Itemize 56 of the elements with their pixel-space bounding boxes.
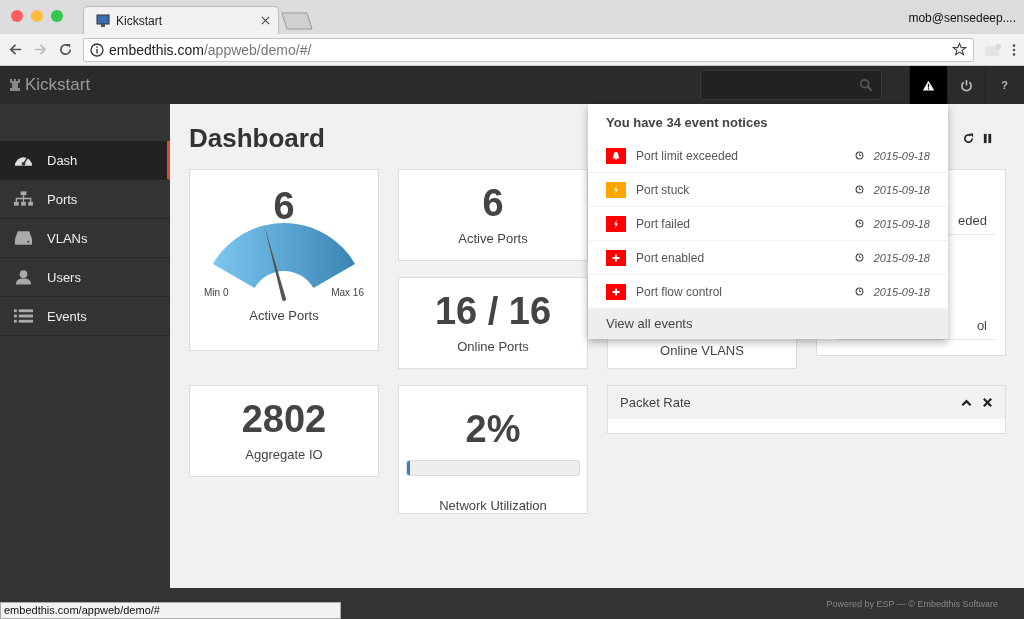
close-icon[interactable] bbox=[261, 16, 270, 25]
address-field[interactable]: embedthis.com/appweb/demo/#/ bbox=[83, 37, 974, 62]
list-icon bbox=[14, 308, 33, 324]
url-path: /appweb/demo/#/ bbox=[203, 41, 313, 58]
power-icon bbox=[960, 78, 973, 92]
notice-item[interactable]: Port enabled 2015-09-18 bbox=[588, 241, 948, 275]
sitemap-icon bbox=[14, 191, 33, 207]
clock-icon bbox=[854, 287, 864, 296]
alerts-button[interactable] bbox=[909, 66, 947, 104]
warning-icon bbox=[922, 78, 935, 92]
stat-value: 2802 bbox=[241, 400, 327, 438]
stat-label: Network Utilization bbox=[439, 498, 547, 513]
status-url: embedthis.com/appweb/demo/# bbox=[0, 602, 341, 619]
back-icon[interactable] bbox=[8, 42, 23, 57]
user-icon bbox=[14, 269, 33, 285]
stat-value: 16 / 16 bbox=[434, 292, 552, 330]
sidebar-item[interactable]: Dash bbox=[0, 141, 170, 180]
page-title: Dashboard bbox=[189, 122, 325, 154]
rook-icon bbox=[9, 78, 21, 92]
footer-text: Powered by ESP — © Embedthis Software bbox=[826, 598, 998, 609]
profile-name[interactable]: mob@sensedeep.... bbox=[908, 11, 1016, 25]
collapse-icon[interactable] bbox=[961, 397, 972, 408]
stat-value: 2% bbox=[465, 410, 521, 448]
notice-item[interactable]: Port limit exceeded 2015-09-18 bbox=[588, 139, 948, 173]
menu-title: You have 34 event notices bbox=[605, 114, 769, 132]
sidebar-item[interactable]: VLANs bbox=[0, 219, 170, 258]
view-all-link[interactable]: View all events bbox=[588, 309, 948, 339]
notice-item[interactable]: Port failed 2015-09-18 bbox=[588, 207, 948, 241]
gauge-value: 6 bbox=[273, 187, 295, 225]
info-icon[interactable] bbox=[90, 42, 104, 57]
panel-title: Packet Rate bbox=[620, 395, 692, 410]
app-title[interactable]: Kickstart bbox=[25, 75, 91, 95]
star-icon[interactable] bbox=[952, 42, 967, 57]
search-field[interactable] bbox=[700, 70, 882, 100]
notice-item[interactable]: Port stuck 2015-09-18 bbox=[588, 173, 948, 207]
clock-icon bbox=[854, 219, 864, 228]
monitor-icon bbox=[96, 13, 110, 28]
gauge-label: Active Ports bbox=[249, 308, 319, 323]
url-host: embedthis.com bbox=[109, 41, 204, 58]
refresh-icon[interactable] bbox=[963, 132, 974, 144]
pause-icon[interactable] bbox=[982, 132, 993, 144]
browser-tab[interactable]: Kickstart bbox=[83, 6, 279, 34]
clock-icon bbox=[854, 185, 864, 194]
clock-icon bbox=[854, 253, 864, 262]
clock-icon bbox=[854, 151, 864, 160]
stat-value: 6 bbox=[482, 184, 504, 222]
stat-label: Online Ports bbox=[457, 339, 529, 354]
gauge-max-label: Max 16 bbox=[331, 287, 364, 298]
stat-label: Active Ports bbox=[458, 231, 528, 246]
reload-icon[interactable] bbox=[58, 42, 73, 57]
drive-icon bbox=[14, 230, 33, 246]
stat-label: Online VLANS bbox=[660, 343, 744, 358]
menu-icon[interactable] bbox=[1012, 42, 1016, 57]
gauge-min-label: Min 0 bbox=[204, 287, 229, 298]
stat-label: Aggregate IO bbox=[245, 447, 323, 462]
close-icon[interactable] bbox=[982, 397, 993, 408]
